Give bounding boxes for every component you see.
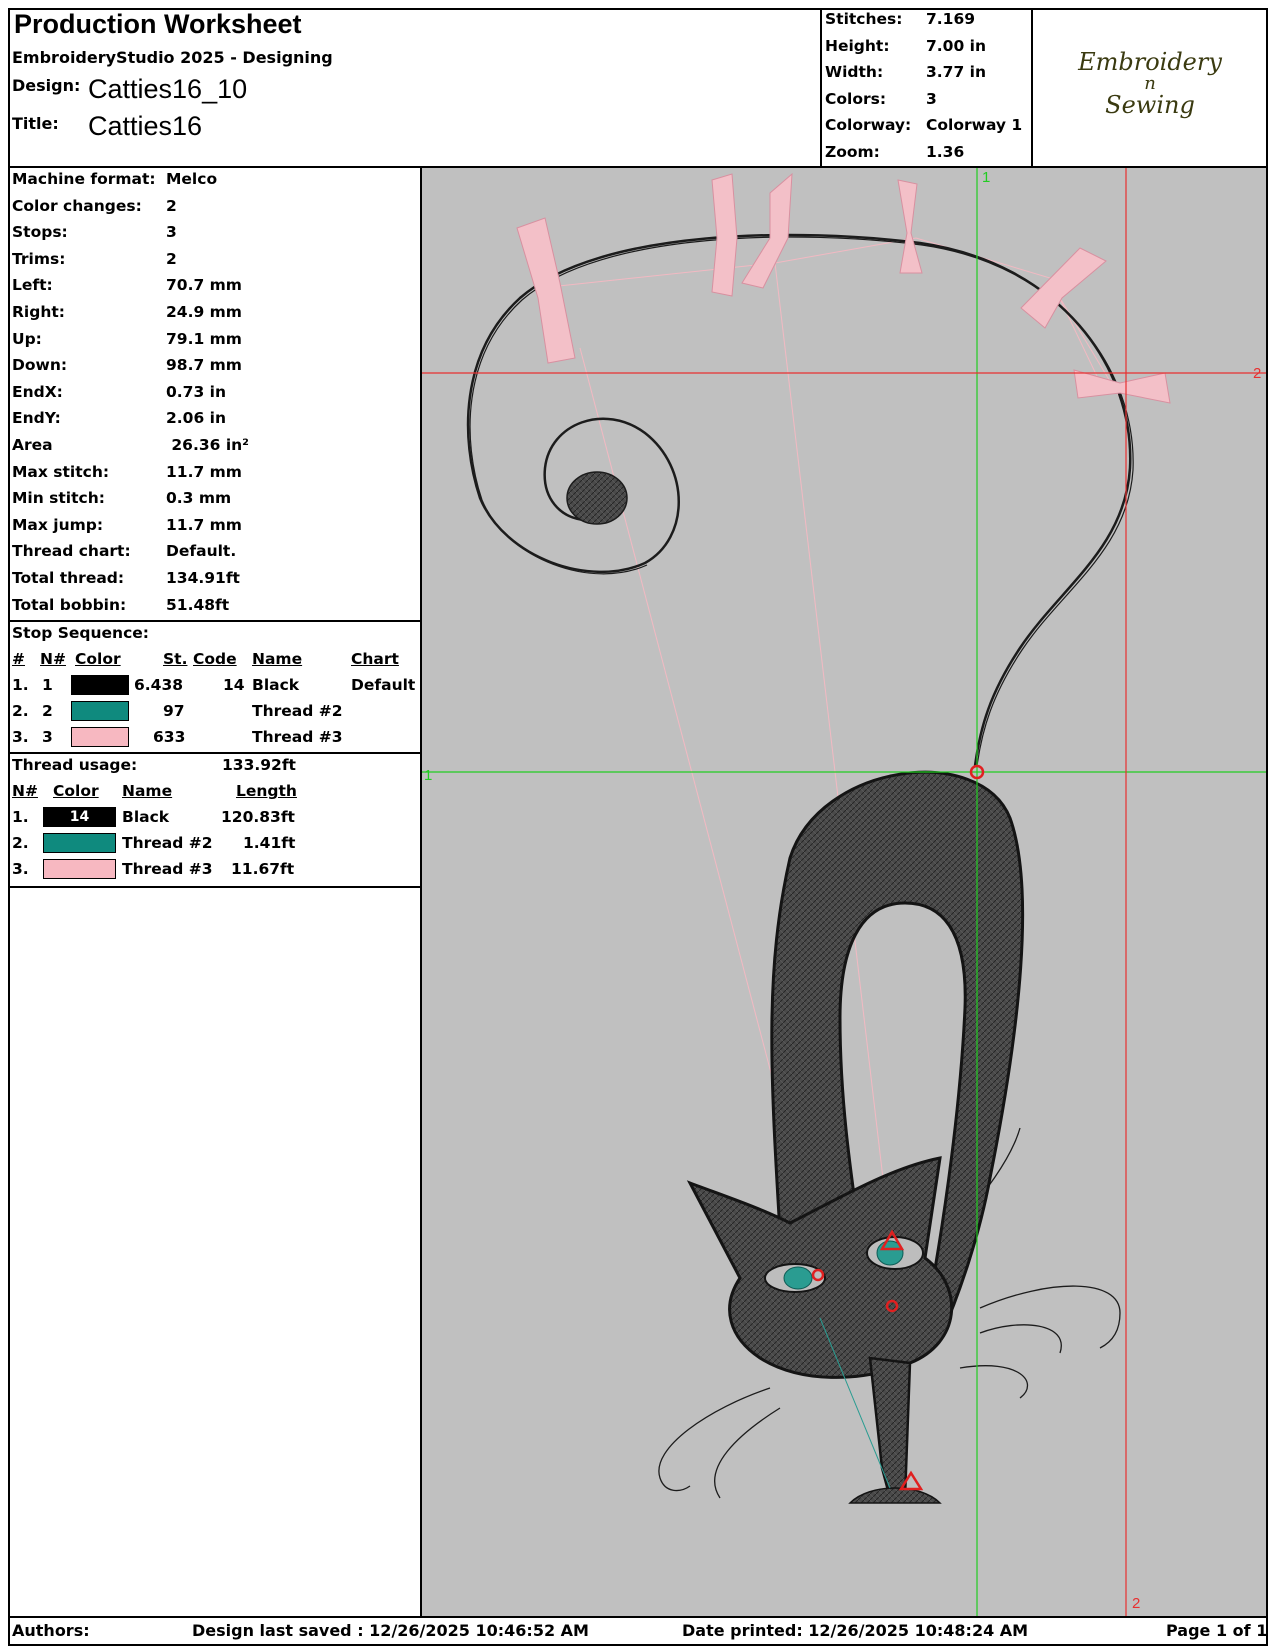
spec-label-height: Height: bbox=[825, 37, 890, 55]
spec-value-colorway: Colorway 1 bbox=[926, 116, 1023, 134]
spec-value-zoom: 1.36 bbox=[926, 143, 965, 161]
spec-value-colors: 3 bbox=[926, 90, 937, 108]
spec-label-colorway: Colorway: bbox=[825, 116, 912, 134]
spec-label-width: Width: bbox=[825, 63, 884, 81]
spec-value-height: 7.00 in bbox=[926, 37, 986, 55]
spec-value-stitches: 7.169 bbox=[926, 10, 976, 28]
footer-page-number: Page 1 of 1 bbox=[1166, 1621, 1268, 1640]
logo-line-3: Sewing bbox=[1105, 91, 1195, 119]
spec-value-width: 3.77 in bbox=[926, 63, 986, 81]
design-name: Catties16_10 bbox=[88, 74, 248, 104]
spec-label-zoom: Zoom: bbox=[825, 143, 880, 161]
design-label: Design: bbox=[12, 76, 81, 95]
software-name: EmbroideryStudio 2025 - Designing bbox=[12, 48, 333, 67]
footer-authors: Authors: bbox=[12, 1621, 90, 1640]
title-label: Title: bbox=[12, 114, 59, 133]
footer-date-printed: Date printed: 12/26/2025 10:48:24 AM bbox=[682, 1621, 1029, 1640]
header-divider-2 bbox=[1031, 8, 1033, 168]
design-title: Catties16 bbox=[88, 111, 203, 141]
page-body-frame bbox=[8, 166, 1268, 1618]
footer-last-saved: Design last saved : 12/26/2025 10:46:52 … bbox=[192, 1621, 589, 1640]
header-divider-1 bbox=[820, 8, 822, 168]
company-logo: Embroidery n Sewing bbox=[1036, 50, 1264, 118]
logo-line-1: Embroidery bbox=[1078, 48, 1222, 76]
spec-label-stitches: Stitches: bbox=[825, 10, 903, 28]
worksheet-title: Production Worksheet bbox=[14, 9, 302, 39]
spec-label-colors: Colors: bbox=[825, 90, 887, 108]
